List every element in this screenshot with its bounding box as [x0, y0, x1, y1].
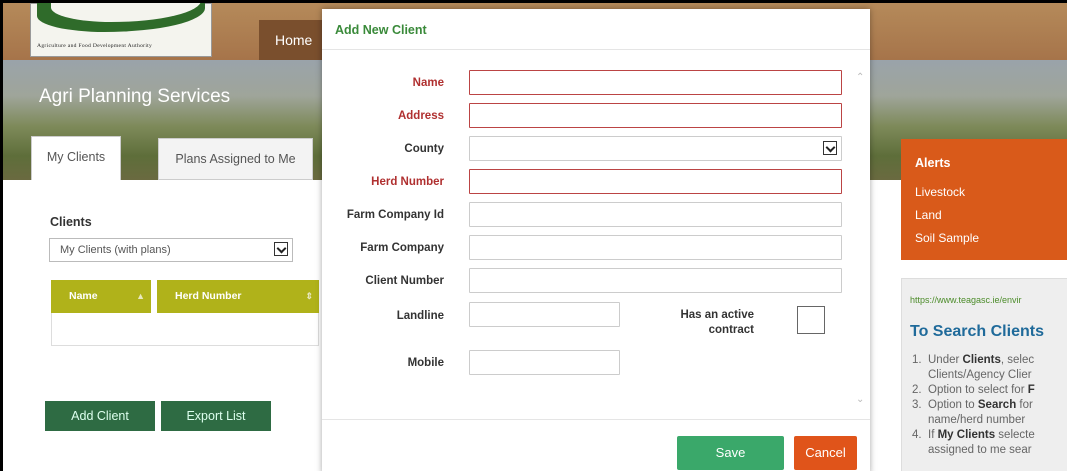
- alerts-title: Alerts: [915, 156, 951, 170]
- cancel-button[interactable]: Cancel: [794, 436, 857, 470]
- scroll-down-icon[interactable]: ⌄: [856, 394, 866, 405]
- export-list-button[interactable]: Export List: [161, 401, 271, 431]
- address-field[interactable]: [469, 103, 842, 128]
- landline-label: Landline: [396, 310, 444, 322]
- modal-body[interactable]: ⌃ ⌄ Name Address County Herd Number Farm…: [322, 50, 870, 419]
- teagasc-logo[interactable]: Agriculture and Food Development Authori…: [30, 3, 212, 57]
- alert-soil-sample-link[interactable]: Soil Sample: [915, 231, 979, 245]
- mobile-label: Mobile: [407, 357, 444, 369]
- active-contract-label: Has an active contract: [680, 309, 754, 336]
- modal-title: Add New Client: [335, 23, 427, 37]
- clients-filter-value: My Clients (with plans): [60, 244, 171, 256]
- alerts-panel: Alerts Livestock Land Soil Sample: [901, 139, 1067, 260]
- column-header-name[interactable]: Name ▲: [51, 280, 151, 313]
- save-button[interactable]: Save: [677, 436, 784, 470]
- search-help-panel: https://www.teagasc.ie/envir To Search C…: [901, 278, 1067, 471]
- chevron-down-icon: [823, 141, 837, 155]
- client-number-field[interactable]: [469, 268, 842, 293]
- herd-number-field[interactable]: [469, 169, 842, 194]
- herd-number-label: Herd Number: [371, 176, 444, 188]
- sort-icon: ⇕: [305, 291, 313, 301]
- teagasc-link[interactable]: https://www.teagasc.ie/envir: [910, 295, 1022, 305]
- add-client-modal: Add New Client ⌃ ⌄ Name Address County H…: [322, 9, 870, 471]
- landline-field[interactable]: [469, 302, 620, 327]
- divider: [322, 419, 870, 420]
- list-item: 3. Option to Search for name/herd number: [912, 399, 1033, 426]
- active-contract-checkbox[interactable]: [797, 306, 825, 334]
- client-number-label: Client Number: [365, 275, 444, 287]
- county-select[interactable]: [469, 136, 842, 161]
- chevron-down-icon: [274, 242, 288, 256]
- county-label: County: [404, 143, 444, 155]
- search-help-title: To Search Clients: [910, 323, 1044, 340]
- help-list: 1. Under Clients, selec Clients/Agency C…: [910, 353, 1067, 458]
- app-window: Agriculture and Food Development Authori…: [0, 0, 1067, 471]
- name-field[interactable]: [469, 70, 842, 95]
- list-item: 1. Under Clients, selec Clients/Agency C…: [912, 354, 1035, 381]
- tab-plans-assigned[interactable]: Plans Assigned to Me: [158, 138, 313, 180]
- name-label: Name: [412, 77, 444, 89]
- scroll-up-icon[interactable]: ⌃: [856, 72, 866, 83]
- add-client-button[interactable]: Add Client: [45, 401, 155, 431]
- list-item: 4. If My Clients selecte assigned to me …: [912, 429, 1035, 456]
- column-header-herd-number[interactable]: Herd Number ⇕: [157, 280, 319, 313]
- farm-company-field[interactable]: [469, 235, 842, 260]
- farm-company-id-field[interactable]: [469, 202, 842, 227]
- page-title: Agri Planning Services: [39, 86, 231, 107]
- farm-company-label: Farm Company: [360, 242, 444, 254]
- table-row: [51, 313, 319, 346]
- tab-my-clients[interactable]: My Clients: [31, 136, 121, 180]
- alert-land-link[interactable]: Land: [915, 208, 942, 222]
- nav-home[interactable]: Home: [259, 20, 322, 60]
- sort-icon: ▲: [136, 291, 145, 301]
- logo-text: Agriculture and Food Development Authori…: [37, 43, 153, 49]
- clients-filter-select[interactable]: My Clients (with plans): [49, 238, 293, 262]
- farm-company-id-label: Farm Company Id: [346, 209, 444, 221]
- mobile-field[interactable]: [469, 350, 620, 375]
- clients-label: Clients: [50, 215, 92, 229]
- list-item: 2. Option to select for F: [912, 384, 1035, 396]
- address-label: Address: [397, 110, 444, 122]
- alert-livestock-link[interactable]: Livestock: [915, 185, 965, 199]
